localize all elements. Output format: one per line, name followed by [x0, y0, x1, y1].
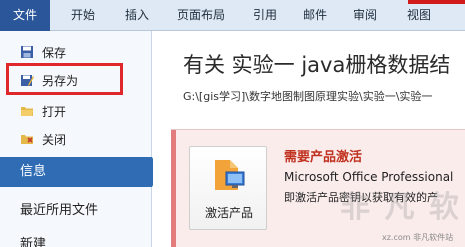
nav-info[interactable]: 信息	[0, 157, 152, 187]
activate-product-icon	[215, 160, 245, 190]
document-path: G:\[gis学习]\数字地图制图原理实验\实验一\实验一	[183, 90, 433, 103]
save-icon	[21, 46, 33, 58]
save-as-highlight-box	[6, 63, 123, 95]
tab-insert[interactable]: 插入	[114, 0, 160, 31]
tab-mailings[interactable]: 邮件	[294, 0, 336, 31]
tab-references[interactable]: 引用	[244, 0, 286, 31]
open-command[interactable]: 打开	[0, 98, 152, 124]
tab-home[interactable]: 开始	[60, 0, 106, 31]
nav-new[interactable]: 新建	[0, 232, 152, 247]
activate-product-label: 激活产品	[204, 206, 253, 220]
page-title: 有关 实验一 java栅格数据结	[183, 53, 451, 77]
open-folder-icon	[21, 107, 33, 116]
watermark-small: xz.com 非凡软件站	[382, 233, 454, 242]
activation-panel-accent	[171, 130, 176, 247]
activate-product-button[interactable]: 激活产品	[189, 146, 267, 230]
tab-view[interactable]: 视图	[396, 0, 442, 31]
tab-review[interactable]: 审阅	[344, 0, 386, 31]
save-command[interactable]: 保存	[0, 39, 152, 65]
tab-page-layout[interactable]: 页面布局	[168, 0, 234, 31]
ribbon-tab-bar: 文件 开始 插入 页面布局 引用 邮件 审阅 视图	[0, 0, 465, 31]
close-command[interactable]: 关闭	[0, 126, 152, 152]
save-label: 保存	[42, 46, 67, 60]
tab-accent-line	[408, 0, 465, 4]
tab-file[interactable]: 文件	[0, 0, 50, 31]
open-label: 打开	[42, 105, 67, 119]
backstage-left-pane: 保存 另存为 打开 关闭 信息 最近所用文件 新建	[0, 31, 152, 247]
activation-heading: 需要产品激活	[284, 150, 363, 165]
close-label: 关闭	[42, 133, 67, 147]
close-document-icon	[21, 135, 33, 144]
nav-recent-files[interactable]: 最近所用文件	[0, 198, 152, 224]
watermark-large: 非 凡 软 件	[340, 190, 465, 225]
